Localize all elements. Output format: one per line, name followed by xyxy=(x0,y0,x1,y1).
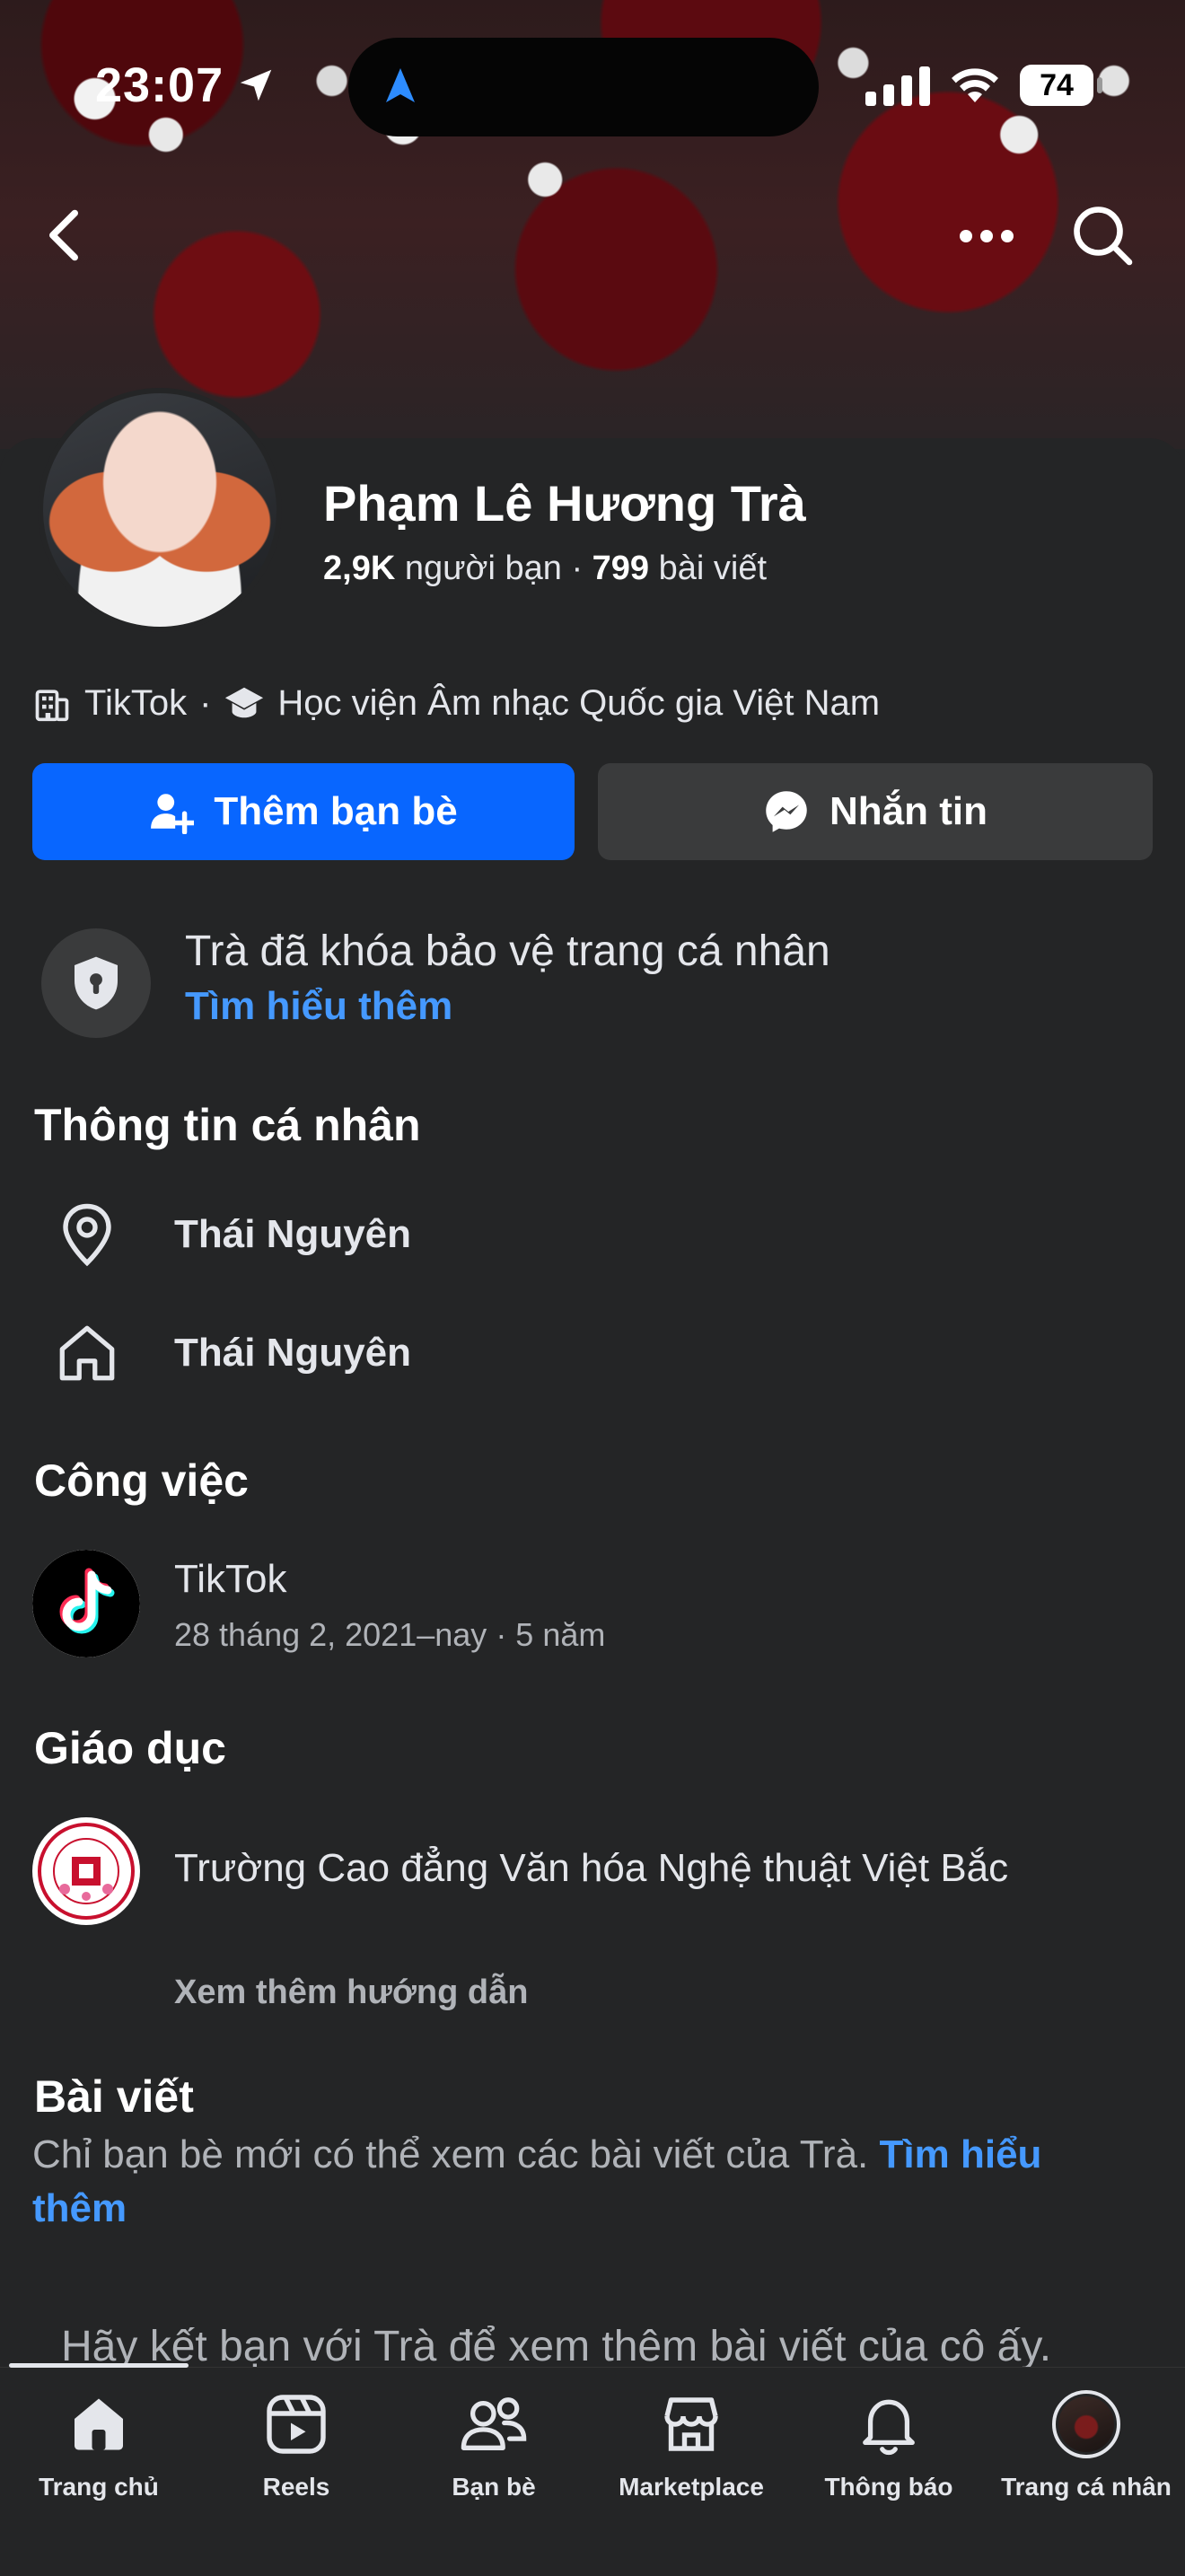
current-city[interactable]: Thái Nguyên xyxy=(174,1212,411,1257)
tiktok-icon xyxy=(32,1550,140,1657)
building-icon xyxy=(35,690,69,722)
school-logo[interactable] xyxy=(32,1817,140,1925)
bell-icon xyxy=(853,2388,925,2460)
friends-icon xyxy=(458,2388,530,2460)
profile-intro-line: TikTok · Học viện Âm nhạc Quốc gia Việt … xyxy=(32,682,880,724)
posts-hint-text: Hãy kết bạn với Trà để xem thêm bài viết… xyxy=(61,2323,1052,2370)
tab-home[interactable]: Trang chủ xyxy=(0,2388,198,2501)
posts-privacy-notice: Chỉ bạn bè mới có thể xem các bài viết c… xyxy=(32,2128,1146,2236)
work-company[interactable]: TikTok xyxy=(174,1557,287,1602)
tab-notifications-label: Thông báo xyxy=(824,2473,953,2501)
tab-reels[interactable]: Reels xyxy=(198,2388,395,2501)
school-seal-icon xyxy=(34,1819,138,1923)
location-arrow-icon xyxy=(240,69,272,101)
battery-icon: 74 xyxy=(1020,65,1093,106)
message-button[interactable]: Nhắn tin xyxy=(598,763,1153,860)
work-title: Công việc xyxy=(34,1455,249,1506)
work-period: 28 tháng 2, 2021–nay · 5 năm xyxy=(174,1616,606,1653)
intro-work: TikTok xyxy=(84,682,188,723)
education-school[interactable]: Trường Cao đẳng Văn hóa Nghệ thuật Việt … xyxy=(174,1846,1008,1891)
navigation-arrow-icon xyxy=(386,68,415,102)
message-label: Nhắn tin xyxy=(830,789,988,833)
posts-count: 799 xyxy=(592,549,650,587)
battery-cap xyxy=(1097,77,1102,93)
personal-info-title: Thông tin cá nhân xyxy=(34,1100,421,1150)
profile-sheet xyxy=(0,438,1185,2575)
posts-label: bài viết xyxy=(658,549,768,587)
tab-home-label: Trang chủ xyxy=(39,2473,159,2501)
tab-profile[interactable]: Trang cá nhân xyxy=(988,2388,1185,2501)
cellular-signal-icon xyxy=(865,66,930,106)
posts-desc-text: Chỉ bạn bè mới có thể xem các bài viết c… xyxy=(32,2132,869,2176)
tab-marketplace-label: Marketplace xyxy=(619,2473,764,2501)
stats-separator: · xyxy=(571,549,592,587)
tab-marketplace[interactable]: Marketplace xyxy=(592,2388,790,2501)
hometown[interactable]: Thái Nguyên xyxy=(174,1331,411,1376)
profile-avatar-photo xyxy=(43,393,276,627)
intro-school: Học viện Âm nhạc Quốc gia Việt Nam xyxy=(277,682,881,723)
lock-learn-more-link[interactable]: Tìm hiểu thêm xyxy=(185,984,452,1029)
location-pin-icon xyxy=(52,1200,122,1270)
profile-name: Phạm Lê Hương Trà xyxy=(323,475,806,532)
profile-avatar-icon xyxy=(1050,2388,1122,2460)
home-icon xyxy=(63,2388,135,2460)
profile-lock-badge xyxy=(41,928,151,1038)
active-tab-indicator xyxy=(9,2363,189,2368)
tab-friends[interactable]: Bạn bè xyxy=(395,2388,592,2501)
status-time: 23:07 xyxy=(95,58,224,112)
lock-notice-text: Trà đã khóa bảo vệ trang cá nhân xyxy=(185,928,830,975)
shield-lock-icon xyxy=(75,956,118,1010)
tiktok-logo[interactable] xyxy=(32,1550,140,1657)
posts-title: Bài viết xyxy=(34,2071,194,2122)
search-icon[interactable] xyxy=(1070,203,1135,268)
back-icon[interactable] xyxy=(41,207,86,264)
friends-label[interactable]: người bạn xyxy=(405,549,562,587)
tab-friends-label: Bạn bè xyxy=(452,2473,536,2501)
wifi-icon xyxy=(952,68,998,102)
add-friend-button[interactable]: Thêm bạn bè xyxy=(32,763,575,860)
home-town-icon xyxy=(52,1318,122,1388)
messenger-icon xyxy=(766,791,807,832)
profile-avatar[interactable] xyxy=(38,388,282,632)
battery-level: 74 xyxy=(1040,67,1074,102)
dynamic-island xyxy=(348,38,819,136)
profile-stats: 2,9K người bạn · 799 bài viết xyxy=(323,549,767,588)
tab-notifications[interactable]: Thông báo xyxy=(790,2388,988,2501)
tab-profile-label: Trang cá nhân xyxy=(1001,2473,1172,2501)
add-friend-icon xyxy=(151,794,195,834)
graduation-cap-icon xyxy=(225,687,264,718)
more-options-icon[interactable] xyxy=(955,223,1018,250)
see-more-guidance-link[interactable]: Xem thêm hướng dẫn xyxy=(174,1974,528,2012)
intro-separator: · xyxy=(199,682,212,723)
marketplace-icon xyxy=(655,2388,727,2460)
tab-reels-label: Reels xyxy=(262,2473,330,2501)
education-title: Giáo dục xyxy=(34,1723,226,1773)
reels-icon xyxy=(260,2388,332,2460)
add-friend-label: Thêm bạn bè xyxy=(214,789,458,833)
friends-count[interactable]: 2,9K xyxy=(323,549,395,587)
